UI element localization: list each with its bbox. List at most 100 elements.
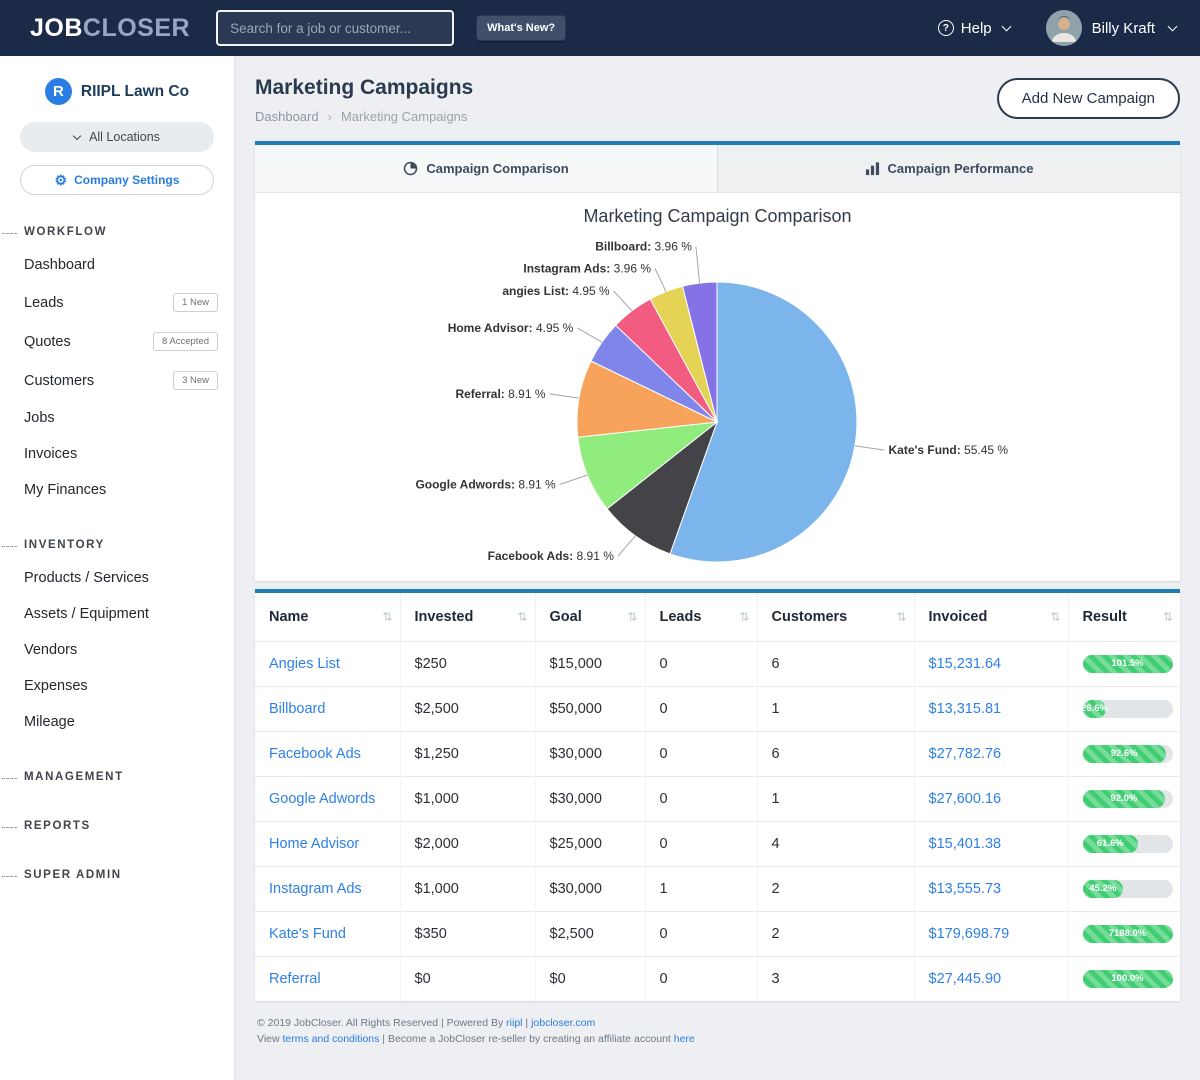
sort-icon[interactable]: ⇅ bbox=[382, 610, 392, 624]
sort-icon[interactable]: ⇅ bbox=[517, 610, 527, 624]
sidebar-section-workflow[interactable]: WORKFLOW bbox=[0, 220, 234, 244]
invoiced-link[interactable]: $27,782.76 bbox=[929, 746, 1002, 762]
sidebar-item-leads[interactable]: Leads1 New bbox=[0, 283, 234, 322]
logo-text-bold: JOB bbox=[30, 14, 83, 42]
invoiced-link[interactable]: $179,698.79 bbox=[929, 926, 1010, 942]
campaign-link[interactable]: Facebook Ads bbox=[269, 746, 361, 762]
nav-item-label: Products / Services bbox=[24, 570, 149, 586]
cell-result: 100.0% bbox=[1068, 956, 1180, 1001]
company-settings-button[interactable]: ⚙ Company Settings bbox=[20, 165, 214, 195]
avatar-image bbox=[1046, 10, 1082, 46]
sidebar-item-assets-equipment[interactable]: Assets / Equipment bbox=[0, 596, 234, 632]
tab-campaign-comparison[interactable]: Campaign Comparison bbox=[255, 145, 717, 192]
column-header-customers[interactable]: Customers⇅ bbox=[757, 593, 914, 641]
column-header-result[interactable]: Result⇅ bbox=[1068, 593, 1180, 641]
nav-item-label: Customers bbox=[24, 373, 94, 389]
cell-leads: 0 bbox=[645, 956, 757, 1001]
cell-leads: 0 bbox=[645, 776, 757, 821]
invoiced-link[interactable]: $13,315.81 bbox=[929, 701, 1002, 717]
cell-invoiced: $27,445.90 bbox=[914, 956, 1068, 1001]
pie-label-home-advisor: Home Advisor: 4.95 % bbox=[448, 321, 574, 335]
sidebar-item-my-finances[interactable]: My Finances bbox=[0, 472, 234, 508]
invoiced-link[interactable]: $27,445.90 bbox=[929, 971, 1002, 987]
campaign-link[interactable]: Instagram Ads bbox=[269, 881, 362, 897]
footer-text: | bbox=[523, 1017, 532, 1029]
user-menu[interactable]: Billy Kraft bbox=[1046, 10, 1176, 46]
campaign-link[interactable]: Kate's Fund bbox=[269, 926, 346, 942]
help-menu[interactable]: ? Help bbox=[938, 20, 1010, 37]
nav-item-label: Vendors bbox=[24, 642, 77, 658]
table-row-kate-s-fund: Kate's Fund$350$2,50002$179,698.797188.0… bbox=[255, 911, 1180, 956]
invoiced-link[interactable]: $15,231.64 bbox=[929, 656, 1002, 672]
main-layout: R RIIPL Lawn Co All Locations ⚙ Company … bbox=[0, 56, 1200, 1080]
campaign-link[interactable]: Google Adwords bbox=[269, 791, 375, 807]
breadcrumb-dashboard[interactable]: Dashboard bbox=[255, 109, 319, 124]
sort-icon[interactable]: ⇅ bbox=[1050, 610, 1060, 624]
sort-icon[interactable]: ⇅ bbox=[739, 610, 749, 624]
sidebar-section-reports[interactable]: REPORTS bbox=[0, 814, 234, 838]
sidebar-item-mileage[interactable]: Mileage bbox=[0, 704, 234, 740]
footer-link-jobcloser-com[interactable]: jobcloser.com bbox=[531, 1017, 595, 1029]
pie-label-billboard: Billboard: 3.96 % bbox=[595, 239, 692, 253]
column-header-invested[interactable]: Invested⇅ bbox=[400, 593, 535, 641]
column-header-leads[interactable]: Leads⇅ bbox=[645, 593, 757, 641]
logo-text-light: CLOSER bbox=[83, 14, 190, 42]
tab-label: Campaign Comparison bbox=[426, 161, 568, 176]
table-row-google-adwords: Google Adwords$1,000$30,00001$27,600.169… bbox=[255, 776, 1180, 821]
help-label: Help bbox=[961, 20, 992, 37]
result-progress-track: 61.6% bbox=[1083, 835, 1173, 853]
sort-icon[interactable]: ⇅ bbox=[896, 610, 906, 624]
pie-label-connector bbox=[550, 394, 580, 398]
result-progress-fill: 26.6% bbox=[1083, 700, 1107, 718]
company-name: RIIPL Lawn Co bbox=[81, 83, 189, 101]
sidebar-item-customers[interactable]: Customers3 New bbox=[0, 361, 234, 400]
column-header-invoiced[interactable]: Invoiced⇅ bbox=[914, 593, 1068, 641]
campaign-link[interactable]: Billboard bbox=[269, 701, 325, 717]
add-new-campaign-button[interactable]: Add New Campaign bbox=[997, 78, 1180, 119]
campaign-link[interactable]: Referral bbox=[269, 971, 321, 987]
company-header[interactable]: R RIIPL Lawn Co bbox=[0, 78, 234, 105]
chart-body: Marketing Campaign Comparison Kate's Fun… bbox=[255, 193, 1180, 581]
sort-icon[interactable]: ⇅ bbox=[1163, 610, 1173, 624]
invoiced-link[interactable]: $27,600.16 bbox=[929, 791, 1002, 807]
app-logo[interactable]: JOBCLOSER bbox=[30, 14, 190, 43]
cell-invested: $1,000 bbox=[400, 776, 535, 821]
sidebar-nav: WORKFLOW DashboardLeads1 NewQuotes8 Accep… bbox=[0, 220, 234, 887]
invoiced-link[interactable]: $13,555.73 bbox=[929, 881, 1002, 897]
tab-campaign-performance[interactable]: Campaign Performance bbox=[717, 145, 1180, 192]
cell-customers: 2 bbox=[757, 911, 914, 956]
pie-chart[interactable]: Kate's Fund: 55.45 %Facebook Ads: 8.91 %… bbox=[255, 229, 1180, 581]
campaign-link[interactable]: Angies List bbox=[269, 656, 340, 672]
column-header-goal[interactable]: Goal⇅ bbox=[535, 593, 645, 641]
result-progress-fill: 45.2% bbox=[1083, 880, 1124, 898]
result-progress-track: 100.0% bbox=[1083, 970, 1173, 988]
footer-link-riipl[interactable]: riipl bbox=[506, 1017, 522, 1029]
footer-link-here[interactable]: here bbox=[674, 1033, 695, 1045]
sort-icon[interactable]: ⇅ bbox=[627, 610, 637, 624]
sidebar-item-products-services[interactable]: Products / Services bbox=[0, 560, 234, 596]
footer-link-terms-and-conditions[interactable]: terms and conditions bbox=[283, 1033, 380, 1045]
locations-dropdown[interactable]: All Locations bbox=[20, 122, 214, 152]
sidebar-section-inventory[interactable]: INVENTORY bbox=[0, 533, 234, 557]
whats-new-button[interactable]: What's New? bbox=[476, 15, 566, 41]
sidebar-section-management[interactable]: MANAGEMENT bbox=[0, 765, 234, 789]
sidebar-item-invoices[interactable]: Invoices bbox=[0, 436, 234, 472]
breadcrumb-separator: › bbox=[328, 109, 332, 124]
cell-goal: $2,500 bbox=[535, 911, 645, 956]
sidebar-item-vendors[interactable]: Vendors bbox=[0, 632, 234, 668]
sidebar-item-quotes[interactable]: Quotes8 Accepted bbox=[0, 322, 234, 361]
campaign-link[interactable]: Home Advisor bbox=[269, 836, 359, 852]
search-input[interactable] bbox=[216, 10, 454, 46]
cell-goal: $30,000 bbox=[535, 731, 645, 776]
column-header-name[interactable]: Name⇅ bbox=[255, 593, 400, 641]
avatar bbox=[1046, 10, 1082, 46]
invoiced-link[interactable]: $15,401.38 bbox=[929, 836, 1002, 852]
sidebar-item-jobs[interactable]: Jobs bbox=[0, 400, 234, 436]
page-title: Marketing Campaigns bbox=[255, 76, 473, 100]
sidebar-item-dashboard[interactable]: Dashboard bbox=[0, 247, 234, 283]
result-progress-fill: 61.6% bbox=[1083, 835, 1138, 853]
chevron-down-icon bbox=[73, 132, 81, 140]
sidebar-item-expenses[interactable]: Expenses bbox=[0, 668, 234, 704]
campaign-table-card: Name⇅Invested⇅Goal⇅Leads⇅Customers⇅Invoi… bbox=[255, 589, 1180, 1001]
sidebar-section-super-admin[interactable]: SUPER ADMIN bbox=[0, 863, 234, 887]
